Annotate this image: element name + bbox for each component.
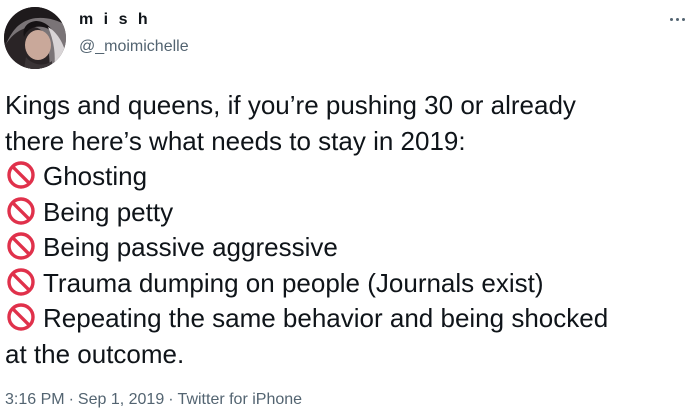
tweet-date[interactable]: Sep 1, 2019 [78,391,164,408]
list-item-label: Ghosting [43,161,148,191]
no-entry-emoji [7,303,35,331]
tweet-source[interactable]: Twitter for iPhone [178,391,303,408]
more-horizontal-icon [675,17,679,21]
tweet-intro-line: Kings and queens, if you’re pushing 30 o… [5,90,576,120]
more-horizontal-icon [669,17,673,21]
more-horizontal-icon [681,17,685,21]
list-item: Repeating the same behavior and being sh… [5,301,695,337]
tweet-metadata: 3:16 PM · Sep 1, 2019 · Twitter for iPhone [5,390,302,410]
tweet-intro-line: there here’s what needs to stay in 2019: [5,125,466,156]
more-options-button[interactable] [664,9,690,29]
tweet-time[interactable]: 3:16 PM [5,391,65,408]
no-entry-emoji [7,161,35,189]
no-entry-emoji [7,267,35,296]
tweet-text: Kings and queens, if you’re pushing 30 o… [5,88,695,372]
list-item: Being passive aggressive [5,230,695,266]
list-item-label: Being passive aggressive [43,232,338,262]
no-entry-emoji [7,232,35,260]
list-item-label: Being petty [43,196,174,227]
list-item: Trauma dumping on people (Journals exist… [5,266,695,302]
list-item: Ghosting [5,159,695,195]
avatar[interactable] [4,7,66,69]
list-item-label: Trauma dumping on people (Journals exist… [43,267,544,298]
meta-separator: · [168,391,174,408]
list-item: Being petty [5,195,695,231]
meta-separator: · [68,391,74,408]
list-item-continuation: at the outcome. [5,338,185,369]
tweet-card: m i s h @_moimichelle Kings and queens, … [0,0,698,415]
list-item-label: Repeating the same behavior and being sh… [43,303,609,333]
author-handle[interactable]: @_moimichelle [79,37,189,57]
author-display-name[interactable]: m i s h [79,10,151,30]
no-entry-emoji [7,196,35,225]
